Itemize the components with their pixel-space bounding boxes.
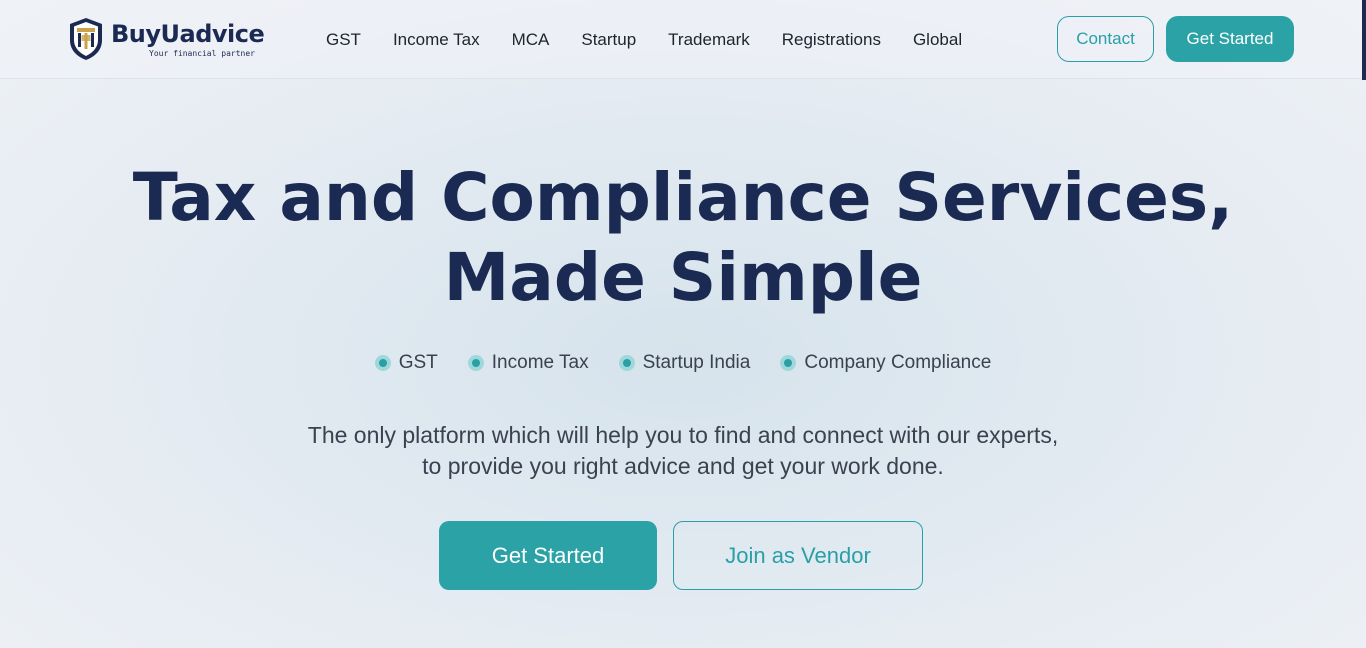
hero-get-started-button[interactable]: Get Started	[439, 521, 657, 590]
nav-item-global[interactable]: Global	[913, 30, 962, 50]
shield-crest-icon	[70, 18, 102, 60]
hero-description-line-2: to provide you right advice and get your…	[422, 453, 944, 479]
hero-title: Tax and Compliance Services, Made Simple	[0, 158, 1366, 318]
nav-item-registrations[interactable]: Registrations	[782, 30, 881, 50]
join-as-vendor-button[interactable]: Join as Vendor	[673, 521, 923, 590]
bullet-dot-icon	[780, 355, 797, 371]
bullet-dot-icon	[374, 355, 391, 371]
nav-item-income-tax[interactable]: Income Tax	[393, 30, 480, 50]
scrollbar-thumb[interactable]	[1362, 0, 1366, 80]
contact-button[interactable]: Contact	[1057, 16, 1154, 62]
brand-name: BuyUadvice	[111, 19, 265, 48]
nav-item-startup[interactable]: Startup	[581, 30, 636, 50]
hero-description: The only platform which will help you to…	[0, 420, 1366, 482]
service-tag: GST	[374, 352, 438, 374]
service-tag: Company Compliance	[780, 352, 991, 374]
brand-logo[interactable]: BuyUadvice Your financial partner	[67, 16, 265, 62]
nav-item-mca[interactable]: MCA	[512, 30, 550, 50]
service-tag-label: GST	[398, 352, 438, 373]
brand-tagline: Your financial partner	[149, 48, 255, 58]
service-tag-label: Startup India	[642, 352, 751, 373]
hero-description-line-1: The only platform which will help you to…	[307, 422, 1059, 448]
nav-item-gst[interactable]: GST	[326, 30, 361, 50]
service-tags: GST Income Tax Startup India Company Com…	[0, 352, 1366, 374]
nav-item-trademark[interactable]: Trademark	[668, 30, 750, 50]
bullet-dot-icon	[467, 355, 484, 371]
service-tag-label: Income Tax	[491, 352, 589, 373]
hero-title-line-1: Tax and Compliance Services,	[132, 159, 1234, 236]
main-nav: GST Income Tax MCA Startup Trademark Reg…	[310, 0, 978, 79]
service-tag: Income Tax	[467, 352, 589, 374]
service-tag-label: Company Compliance	[804, 352, 992, 373]
bullet-dot-icon	[618, 355, 635, 371]
site-header: BuyUadvice Your financial partner GST In…	[0, 0, 1362, 79]
hero-title-line-2: Made Simple	[443, 239, 923, 316]
service-tag: Startup India	[618, 352, 751, 374]
header-get-started-button[interactable]: Get Started	[1166, 16, 1294, 62]
